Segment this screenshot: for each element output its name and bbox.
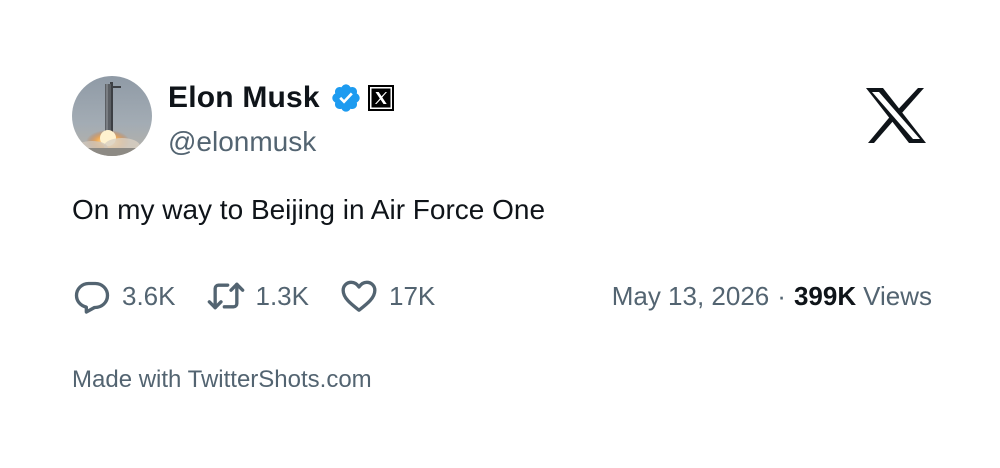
avatar[interactable] bbox=[72, 76, 152, 156]
tweet-card: Elon Musk @elonmusk On my way to Beijing… bbox=[0, 0, 1000, 468]
x-logo-icon bbox=[866, 88, 926, 143]
footer-credit: Made with TwitterShots.com bbox=[72, 366, 372, 393]
author-display-name[interactable]: Elon Musk bbox=[168, 81, 320, 115]
tweet-date[interactable]: May 13, 2026 bbox=[612, 281, 770, 312]
author-name-row: Elon Musk bbox=[168, 78, 394, 118]
views-count: 399K bbox=[793, 280, 857, 311]
like-button[interactable]: 17K bbox=[339, 276, 435, 316]
views-label: Views bbox=[863, 280, 932, 311]
meta-separator: · bbox=[777, 280, 786, 311]
tweet-text: On my way to Beijing in Air Force One bbox=[72, 194, 546, 225]
x-affiliation-icon bbox=[367, 85, 394, 111]
repost-count: 1.3K bbox=[255, 280, 310, 311]
verified-badge-icon bbox=[330, 82, 362, 114]
heart-icon bbox=[339, 276, 379, 316]
repost-button[interactable]: 1.3K bbox=[206, 276, 310, 316]
author-handle[interactable]: @elonmusk bbox=[168, 126, 316, 158]
like-count: 17K bbox=[389, 280, 436, 311]
reply-count: 3.6K bbox=[122, 280, 176, 311]
tweet-meta: May 13, 2026 · 399K Views bbox=[612, 281, 932, 312]
reply-icon bbox=[72, 276, 112, 316]
engagement-row: 3.6K 1.3K 17K May 13, 2026 · 399K Views bbox=[72, 274, 932, 318]
rocket-launch-photo bbox=[72, 76, 152, 156]
reply-button[interactable]: 3.6K bbox=[72, 276, 176, 316]
repost-icon bbox=[206, 276, 246, 316]
